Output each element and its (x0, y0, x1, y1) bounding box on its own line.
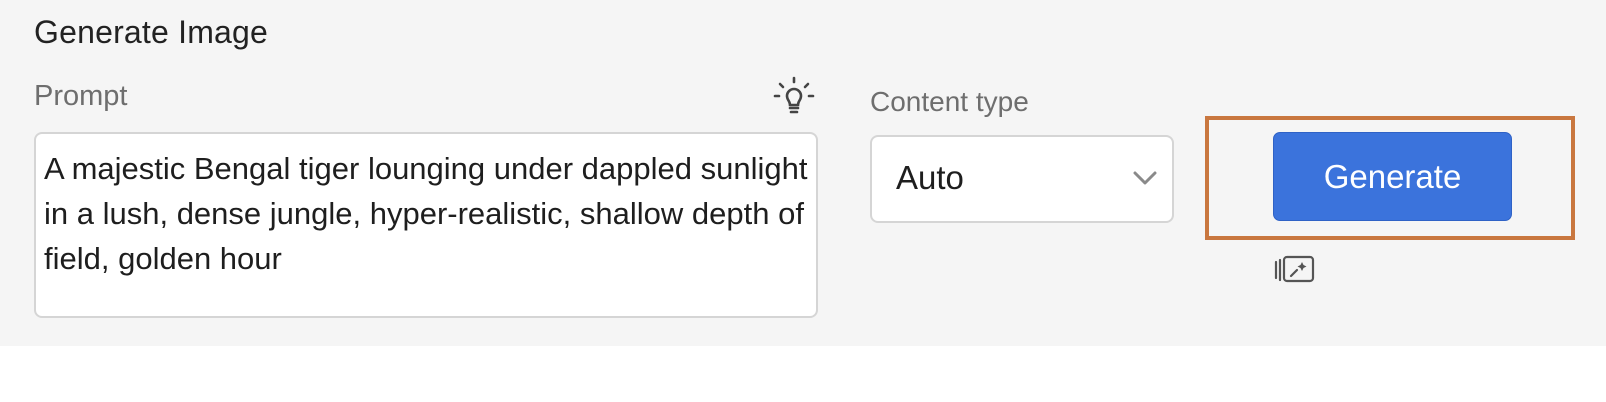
chevron-down-icon (1133, 171, 1157, 185)
generate-button[interactable]: Generate (1273, 132, 1512, 221)
lightbulb-icon[interactable] (770, 74, 818, 122)
content-type-select[interactable]: Auto (870, 135, 1174, 223)
prompt-textarea[interactable]: A majestic Bengal tiger lounging under d… (34, 132, 818, 318)
prompt-label: Prompt (34, 80, 128, 112)
generate-image-panel: Generate Image Prompt A majestic Bengal … (0, 0, 1606, 346)
content-type-value: Auto (896, 159, 964, 196)
prompt-text: A majestic Bengal tiger lounging under d… (44, 151, 817, 276)
image-stack-sparkle-icon[interactable] (1273, 254, 1317, 284)
panel-title: Generate Image (34, 14, 269, 50)
content-type-label: Content type (870, 86, 1029, 117)
